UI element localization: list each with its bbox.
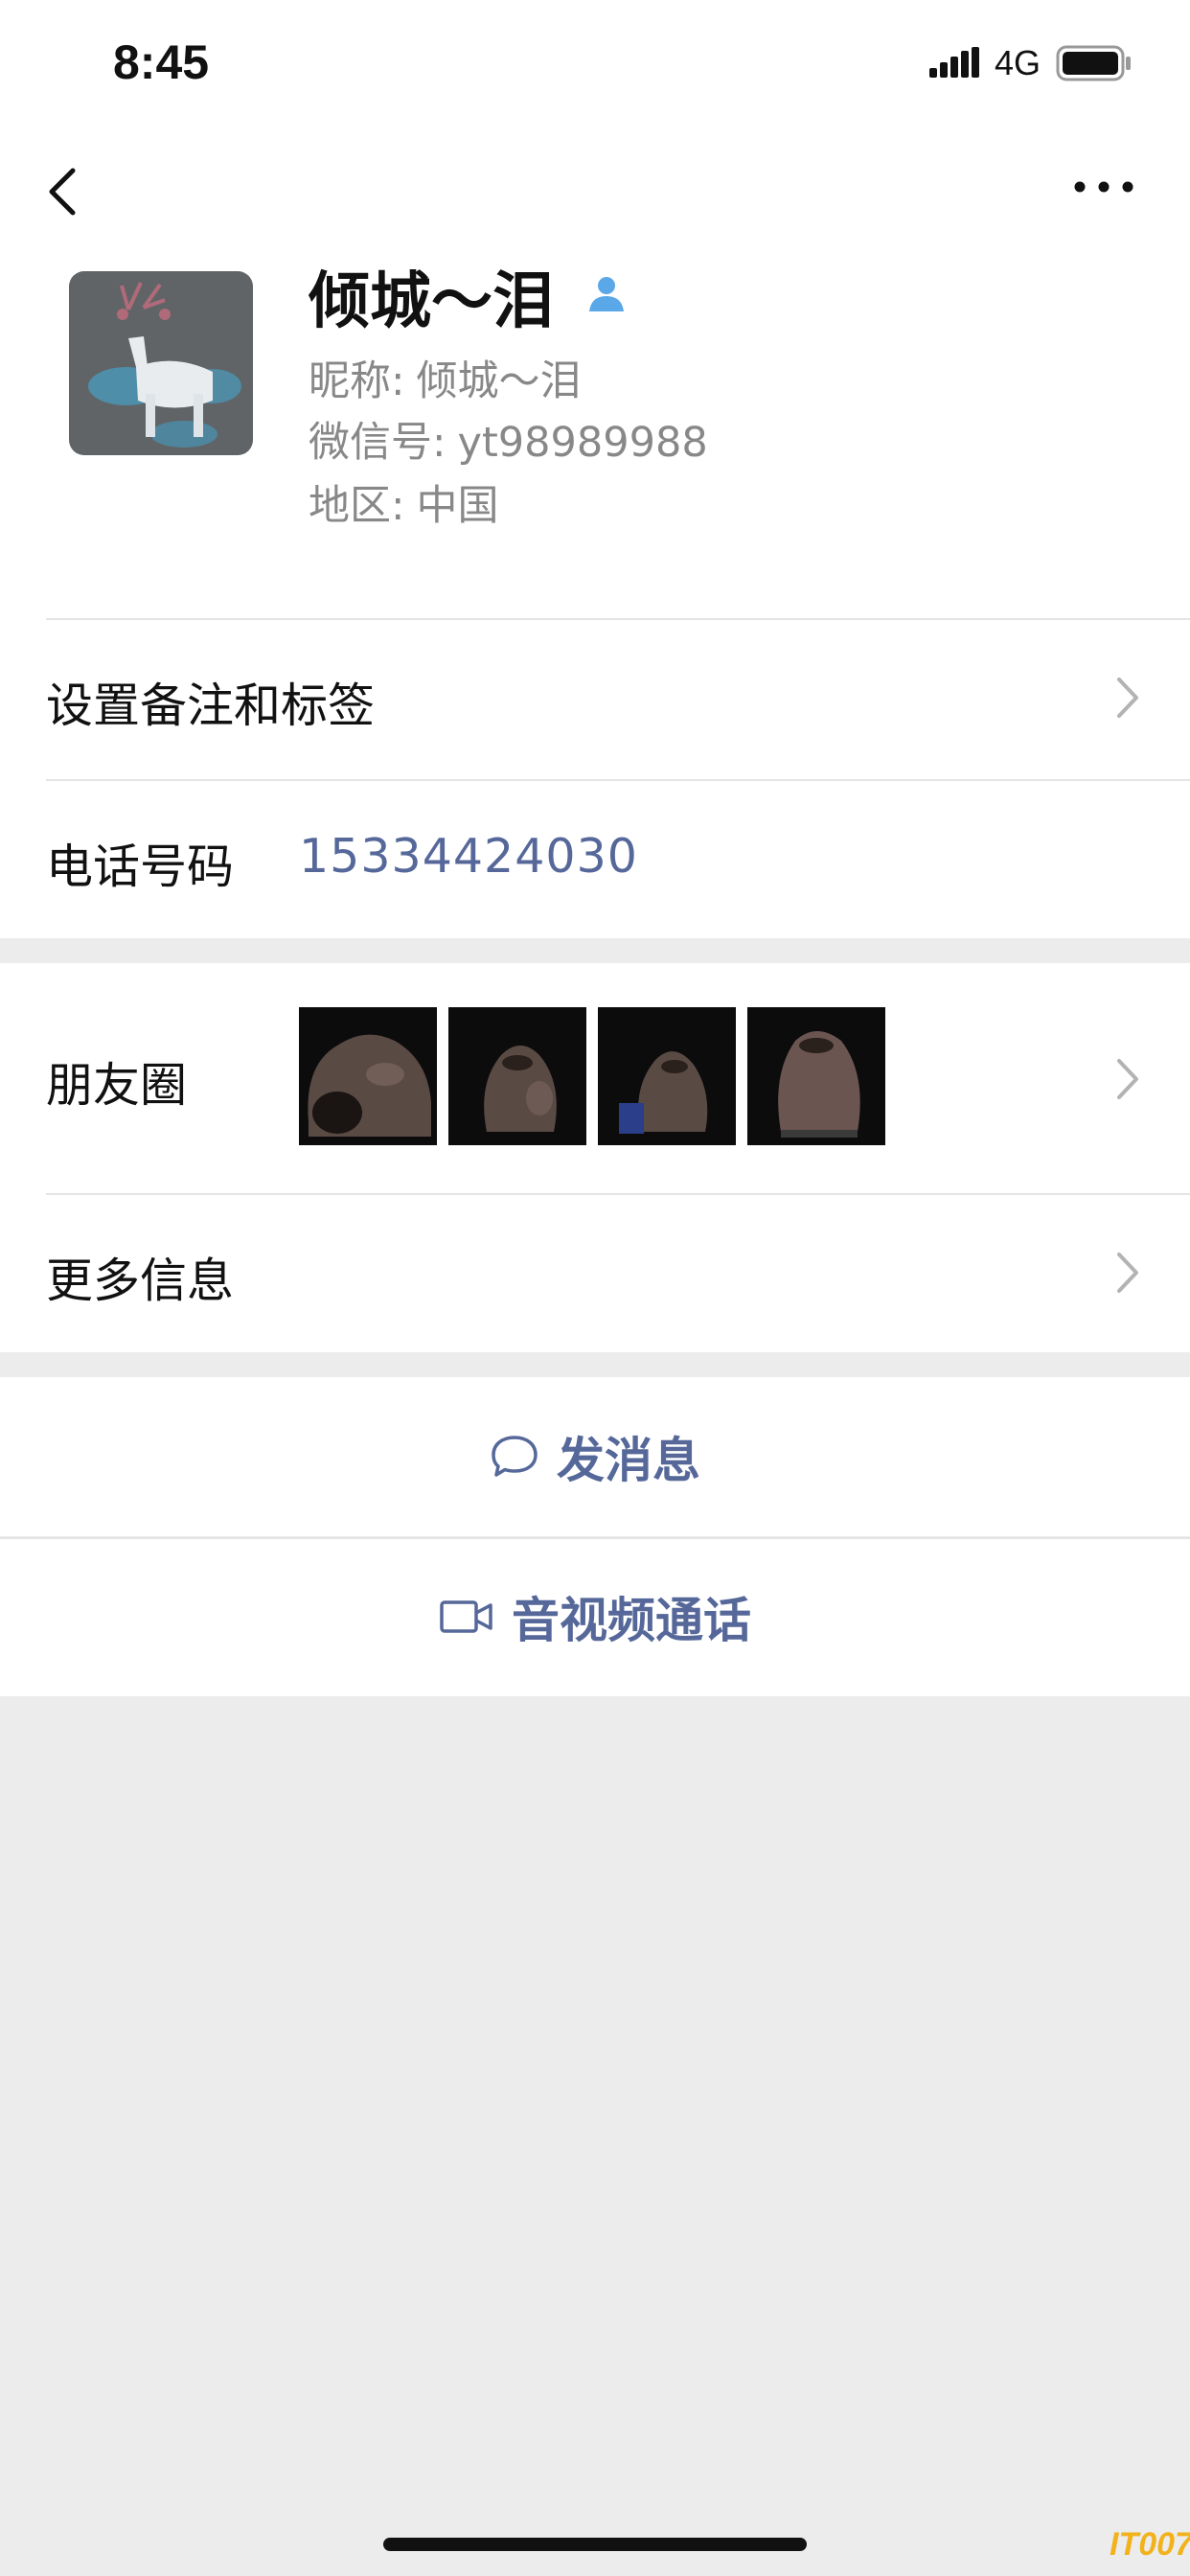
profile-header: 倾城～泪 昵称: 倾城～泪 微信号: yt98989988 地区: 中国 [0, 244, 1190, 618]
status-indicators: 4G [928, 42, 1133, 84]
phone-row: 电话号码 15334424030 [0, 779, 1190, 938]
remark-tags-label: 设置备注和标签 [46, 678, 376, 733]
chat-bubble-icon [492, 1436, 538, 1477]
status-bar: 8:45 4G [0, 0, 1190, 134]
more-icon[interactable] [1070, 172, 1137, 201]
moments-label: 朋友圈 [46, 1058, 188, 1113]
nickname-line: 昵称: 倾城～泪 [309, 348, 582, 407]
moment-thumbnail [598, 1007, 736, 1145]
profile-name: 倾城～泪 [309, 266, 554, 337]
moments-row[interactable]: 朋友圈 [0, 963, 1190, 1193]
watermark: IT007 [1110, 2526, 1190, 2563]
wechat-id-label: 微信号: [309, 419, 446, 467]
nickname-value: 倾城～泪 [416, 357, 582, 405]
phone-label: 电话号码 [46, 840, 235, 894]
avatar[interactable] [69, 271, 253, 455]
more-info-row[interactable]: 更多信息 [0, 1193, 1190, 1352]
region-line: 地区: 中国 [309, 472, 499, 532]
network-type: 4G [994, 43, 1041, 82]
chevron-right-icon [1117, 1059, 1138, 1099]
wechat-id-value: yt98989988 [457, 419, 708, 467]
remark-tags-row[interactable]: 设置备注和标签 [0, 618, 1190, 779]
signal-icon [928, 47, 979, 78]
chevron-right-icon [1117, 678, 1138, 718]
video-camera-icon [440, 1600, 492, 1633]
nickname-label: 昵称: [309, 357, 405, 405]
video-call-label: 音视频通话 [512, 1593, 751, 1648]
send-message-label: 发消息 [557, 1433, 700, 1488]
send-message-button[interactable]: 发消息 [0, 1377, 1190, 1536]
chevron-right-icon [1117, 1253, 1138, 1293]
region-label: 地区: [309, 482, 405, 530]
nav-bar [0, 134, 1190, 244]
moment-thumbnail [747, 1007, 885, 1145]
phone-number[interactable]: 15334424030 [299, 829, 638, 884]
battery-icon [1056, 45, 1131, 81]
back-icon[interactable] [38, 163, 86, 220]
video-call-button[interactable]: 音视频通话 [0, 1537, 1190, 1696]
region-value: 中国 [416, 482, 499, 530]
contact-person-icon [589, 277, 624, 311]
home-indicator[interactable] [383, 2538, 807, 2551]
wechat-id-line: 微信号: yt98989988 [309, 409, 708, 469]
moment-thumbnail [299, 1007, 437, 1145]
more-info-label: 更多信息 [46, 1254, 235, 1308]
moment-thumbnail [448, 1007, 586, 1145]
status-time: 8:45 [113, 35, 210, 89]
